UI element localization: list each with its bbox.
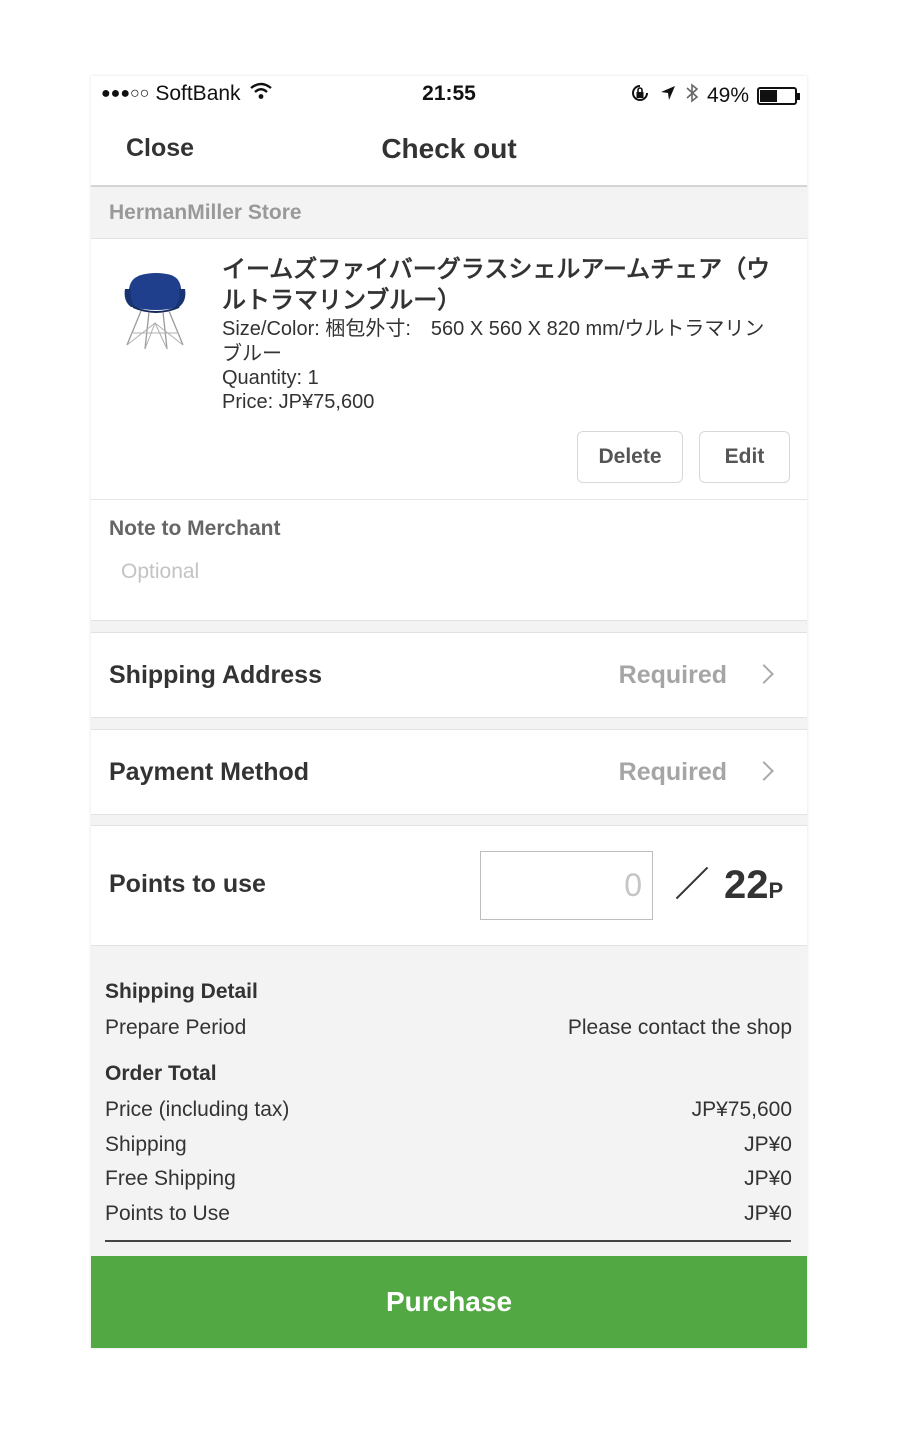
points-available: 22P (724, 863, 783, 908)
prepare-period-label: Prepare Period (105, 1016, 247, 1039)
note-input[interactable] (121, 554, 781, 590)
shipping-detail-heading: Shipping Detail (105, 980, 258, 1003)
points-total-value: 22 (724, 863, 769, 907)
chevron-right-icon (754, 664, 774, 684)
section-divider (91, 815, 807, 825)
summary-divider (105, 1240, 791, 1242)
battery-icon (757, 87, 800, 105)
delete-button[interactable]: Delete (577, 431, 683, 483)
payment-method-row[interactable]: Payment Method Required (91, 729, 807, 815)
note-section: Note to Merchant (91, 500, 807, 621)
status-bar: ●●●○○ SoftBank 21:55 49% (91, 76, 807, 112)
battery-percent: 49% (706, 84, 749, 107)
orientation-lock-icon (629, 82, 651, 110)
order-total-heading: Order Total (105, 1062, 217, 1085)
points-to-use-label: Points to Use (105, 1202, 230, 1225)
purchase-button[interactable]: Purchase (91, 1256, 807, 1348)
free-shipping-value: JP¥0 (744, 1167, 792, 1190)
points-input[interactable] (480, 851, 653, 920)
chevron-right-icon (754, 761, 774, 781)
points-unit: P (768, 878, 784, 903)
shipping-address-label: Shipping Address (109, 661, 322, 689)
close-button[interactable]: Close (126, 134, 194, 163)
shipping-address-row[interactable]: Shipping Address Required (91, 632, 807, 718)
payment-method-label: Payment Method (109, 758, 310, 786)
order-summary: Shipping Detail Prepare Period Please co… (91, 946, 807, 1256)
free-shipping-label: Free Shipping (105, 1167, 236, 1190)
store-name: HermanMiller Store (109, 201, 302, 224)
product-title: イームズファイバーグラスシェルアームチェア（ウルトラマリンブルー） (222, 256, 771, 314)
page-title: Check out (381, 133, 517, 164)
cart-item: イームズファイバーグラスシェルアームチェア（ウルトラマリンブルー） Size/C… (91, 239, 807, 500)
points-separator (675, 866, 709, 900)
nav-bar: Check out Close (91, 112, 807, 187)
shipping-value: JP¥0 (744, 1133, 792, 1156)
status-right: 49% (629, 82, 800, 110)
section-divider (91, 621, 807, 632)
shipping-label: Shipping (105, 1133, 187, 1156)
note-label: Note to Merchant (109, 517, 281, 540)
points-section: Points to use 22P (91, 825, 807, 946)
product-price: Price: JP¥75,600 (222, 391, 375, 413)
shipping-address-status: Required (618, 661, 727, 689)
location-arrow-icon (659, 84, 677, 108)
points-to-use-value: JP¥0 (744, 1202, 792, 1225)
bluetooth-icon (685, 82, 699, 110)
product-thumbnail (121, 267, 191, 352)
prepare-period-value: Please contact the shop (567, 1016, 792, 1039)
product-quantity: Quantity: 1 (222, 367, 319, 389)
price-value: JP¥75,600 (691, 1098, 792, 1121)
section-divider (91, 718, 807, 729)
payment-method-status: Required (618, 758, 727, 786)
product-size-color: Size/Color: 梱包外寸: 560 X 560 X 820 mm/ウルト… (222, 318, 765, 365)
store-header: HermanMiller Store (91, 187, 807, 239)
checkout-screen: ●●●○○ SoftBank 21:55 49% Check out Close… (91, 76, 807, 1348)
points-label: Points to use (109, 870, 266, 898)
price-label: Price (including tax) (105, 1098, 290, 1121)
edit-button[interactable]: Edit (699, 431, 790, 483)
